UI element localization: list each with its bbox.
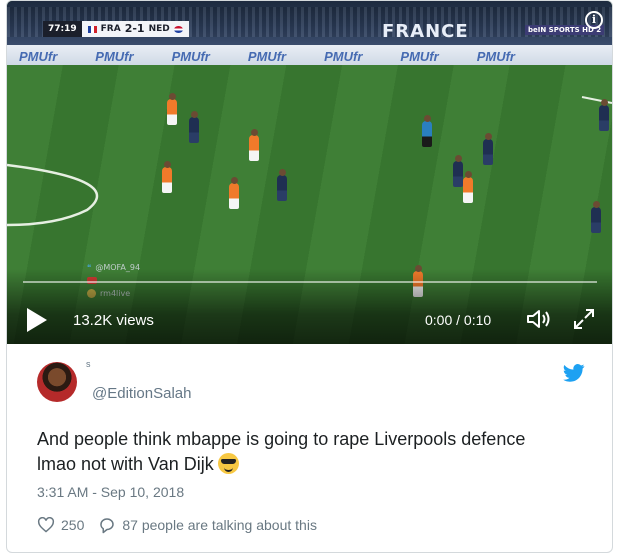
video-controls: 13.2K views 0:00 / 0:10 [7, 269, 612, 344]
netherlands-flag-icon [173, 25, 183, 33]
score: 2-1 [124, 22, 145, 35]
board-ad-text: PMUfr [171, 48, 210, 64]
player [453, 155, 463, 187]
referee [422, 115, 432, 147]
board-ad-text: PMUfr [247, 48, 287, 64]
player [591, 201, 601, 233]
video-time: 0:00 / 0:10 [425, 312, 492, 328]
player [277, 169, 287, 201]
stadium-banner: FRANCE [382, 21, 469, 42]
tweet-text-line: And people think mbappe is going to rape… [37, 429, 526, 449]
board-ad-text: PMUfr [324, 48, 363, 64]
home-team: FRA [100, 24, 121, 34]
player [249, 129, 259, 161]
fullscreen-icon[interactable] [572, 307, 596, 331]
board-ad-text: PMUfr [400, 48, 439, 64]
view-count: 13.2K views [73, 312, 154, 329]
player [229, 177, 239, 209]
like-count[interactable]: 250 [61, 517, 84, 533]
player [167, 93, 177, 125]
match-clock: 77:19 [43, 21, 82, 37]
embedded-tweet-card: PMUfr PMUfr PMUfr PMUfr PMUfr PMUfr PMUf… [6, 0, 613, 553]
player [189, 111, 199, 143]
sunglasses-emoji-icon [217, 453, 239, 474]
play-icon[interactable] [27, 308, 47, 332]
france-flag-icon [87, 25, 97, 33]
player [483, 133, 493, 165]
away-team: NED [148, 24, 170, 34]
talking-count[interactable]: 87 people are talking about this [122, 517, 317, 533]
player [599, 99, 609, 131]
heart-icon[interactable] [37, 517, 55, 533]
board-ad-text: PMUfr [95, 48, 134, 64]
board-ad-text: PMUfr [476, 48, 515, 64]
tweet-timestamp[interactable]: 3:31 AM - Sep 10, 2018 [37, 484, 184, 500]
tweet-text: And people think mbappe is going to rape… [37, 427, 577, 477]
tweet-actions: 250 87 people are talking about this [37, 516, 317, 534]
twitter-bird-icon[interactable] [563, 364, 585, 382]
advertising-board: PMUfr PMUfr PMUfr PMUfr PMUfr PMUfr PMUf… [7, 45, 612, 67]
info-icon[interactable]: i [585, 11, 603, 29]
reply-bubble-icon[interactable] [98, 516, 116, 534]
avatar[interactable] [37, 362, 77, 402]
player [463, 171, 473, 203]
score-teams: FRA 2-1 NED [81, 21, 189, 37]
board-ad-text: PMUfr [19, 48, 58, 64]
volume-icon[interactable] [525, 307, 553, 331]
video-player[interactable]: PMUfr PMUfr PMUfr PMUfr PMUfr PMUfr PMUf… [7, 1, 612, 344]
player [162, 161, 172, 193]
avatar-mark: s [86, 359, 91, 369]
tweet-body: s @EditionSalah And people think mbappe … [7, 344, 612, 552]
tweet-text-line: lmao not with Van Dijk [37, 454, 214, 474]
progress-bar[interactable] [23, 281, 597, 283]
user-handle[interactable]: @EditionSalah [92, 385, 191, 402]
scoreboard: 77:19 FRA 2-1 NED [43, 21, 189, 37]
